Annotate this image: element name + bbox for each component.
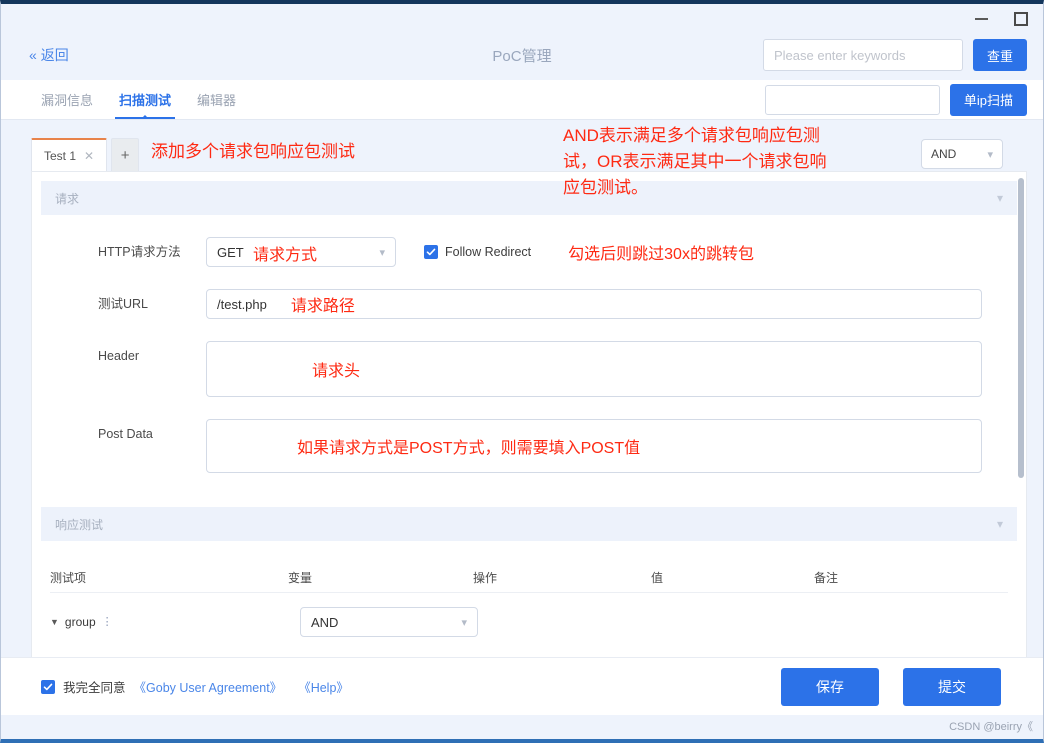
double-chevron-left-icon: «: [29, 47, 37, 63]
group-variable-value: AND: [311, 614, 339, 630]
main-tab-bar: 漏洞信息 扫描测试 编辑器 单ip扫描: [1, 80, 1043, 120]
header-textarea[interactable]: 请求头: [206, 341, 982, 397]
agree-label: 我完全同意: [63, 681, 126, 695]
post-data-field-wrap: 如果请求方式是POST方式，则需要填入POST值: [206, 419, 1012, 473]
test-tab-1[interactable]: Test 1 ✕: [31, 138, 108, 171]
column-variable: 变量: [288, 571, 313, 585]
chevron-down-icon: ▾: [987, 148, 993, 161]
column-operation: 操作: [473, 571, 498, 585]
column-test-item: 测试项: [50, 571, 87, 585]
single-ip-scan-button[interactable]: 单ip扫描: [949, 83, 1027, 116]
post-data-label: Post Data: [98, 427, 153, 441]
column-remark: 备注: [814, 571, 839, 585]
footer-buttons: 保存 提交: [781, 667, 1001, 706]
content-area: Test 1 ✕ + 添加多个请求包响应包测试 AND表示满足多个请求包响应包测…: [1, 121, 1043, 682]
check-icon: [426, 248, 436, 256]
url-field-wrap: /test.php 请求路径: [206, 289, 1012, 319]
add-test-tab-button[interactable]: +: [111, 138, 140, 171]
request-section-title: 请求: [55, 191, 80, 206]
back-label: 返回: [40, 47, 69, 63]
chevron-down-icon: ▾: [996, 517, 1003, 531]
annotation-add-tabs: 添加多个请求包响应包测试: [151, 142, 355, 161]
watermark: CSDN @beirry《: [949, 721, 1033, 733]
test-url-value: /test.php: [217, 296, 267, 312]
tab-vuln-info[interactable]: 漏洞信息: [31, 80, 103, 119]
search-area: 查重: [762, 39, 1027, 71]
submit-button[interactable]: 提交: [903, 667, 1001, 706]
column-value: 值: [651, 571, 664, 585]
scan-area: 单ip扫描: [764, 83, 1027, 116]
drag-handle-icon[interactable]: ⋮: [102, 616, 113, 627]
main-tabs: 漏洞信息 扫描测试 编辑器: [31, 80, 246, 119]
tab-editor[interactable]: 编辑器: [187, 80, 246, 119]
post-data-textarea[interactable]: 如果请求方式是POST方式，则需要填入POST值: [206, 419, 982, 473]
caret-down-icon[interactable]: ▼: [50, 617, 59, 627]
check-icon: [43, 683, 53, 690]
page-header: « 返回 PoC管理 查重: [1, 30, 1043, 80]
search-input[interactable]: [762, 39, 963, 71]
response-table-header: 测试项 变量 操作 值 备注: [50, 563, 1008, 593]
annotation-method: 请求方式: [253, 247, 318, 264]
method-label: HTTP请求方法: [98, 245, 181, 259]
agree-checkbox[interactable]: [41, 679, 55, 694]
close-icon[interactable]: ✕: [84, 149, 94, 163]
test-tabs: Test 1 ✕ +: [31, 138, 140, 171]
http-method-value: GET: [217, 244, 244, 260]
url-label: 测试URL: [98, 297, 149, 311]
post-data-row: Post Data 如果请求方式是POST方式，则需要填入POST值: [32, 419, 1026, 473]
test-tab-label: Test 1: [44, 148, 77, 163]
http-method-select[interactable]: GET 请求方式 ▾: [206, 237, 396, 267]
minimize-icon: [974, 18, 988, 20]
dedupe-button[interactable]: 查重: [972, 39, 1027, 71]
follow-redirect-checkbox[interactable]: [424, 245, 438, 259]
vertical-scrollbar[interactable]: [1018, 178, 1024, 478]
annotation-follow-redirect: 勾选后则跳过30x的跳转包: [568, 246, 754, 263]
agreement-group: 我完全同意 《Goby User Agreement》 《Help》: [41, 677, 349, 696]
group-name: group: [64, 615, 96, 629]
table-row: ▼ group ⋮ AND ▾: [50, 607, 1008, 637]
chevron-down-icon: ▾: [461, 616, 467, 629]
group-variable-select[interactable]: AND ▾: [300, 607, 478, 637]
response-section-title: 响应测试: [55, 517, 104, 532]
help-link[interactable]: 《Help》: [298, 677, 349, 696]
follow-redirect-label: Follow Redirect: [445, 245, 532, 259]
test-url-input[interactable]: /test.php 请求路径: [206, 289, 982, 319]
annotation-url: 请求路径: [290, 298, 355, 315]
group-label-wrap[interactable]: ▼ group ⋮: [50, 615, 300, 629]
header-label: Header: [98, 349, 139, 363]
header-field-wrap: 请求头: [206, 341, 1012, 397]
maximize-icon: [1014, 12, 1028, 26]
url-row: 测试URL /test.php 请求路径: [32, 289, 1026, 319]
user-agreement-link[interactable]: 《Goby User Agreement》: [134, 677, 283, 696]
tab-scan-test[interactable]: 扫描测试: [109, 80, 181, 119]
annotation-post-data: 如果请求方式是POST方式，则需要填入POST值: [297, 440, 641, 457]
header-row: Header 请求头: [32, 341, 1026, 397]
chevron-down-icon: ▾: [379, 246, 385, 259]
chevron-down-icon: ▾: [996, 191, 1003, 205]
minimize-button[interactable]: [971, 9, 991, 29]
back-button[interactable]: « 返回: [29, 45, 69, 65]
footer-bar: 我完全同意 《Goby User Agreement》 《Help》 保存 提交: [1, 657, 1043, 715]
logic-select[interactable]: AND ▾: [921, 139, 1003, 169]
annotation-logic: AND表示满足多个请求包响应包测 试，OR表示满足其中一个请求包响 应包测试。: [563, 126, 827, 197]
test-card: 请求 ▾ HTTP请求方法 GET 请求方式 ▾ Follow Redirect…: [31, 171, 1027, 682]
annotation-header: 请求头: [312, 363, 361, 380]
save-button[interactable]: 保存: [781, 667, 879, 706]
scan-ip-input[interactable]: [764, 84, 940, 115]
maximize-button[interactable]: [1011, 9, 1031, 29]
method-row: HTTP请求方法 GET 请求方式 ▾ Follow Redirect 勾选后则…: [32, 237, 1026, 267]
application-window: « 返回 PoC管理 查重 漏洞信息 扫描测试 编辑器 单ip扫描 Test 1…: [0, 0, 1044, 743]
logic-select-value: AND: [931, 147, 957, 161]
response-section-header[interactable]: 响应测试 ▾: [41, 507, 1017, 541]
follow-redirect-group: Follow Redirect 勾选后则跳过30x的跳转包: [424, 237, 754, 267]
